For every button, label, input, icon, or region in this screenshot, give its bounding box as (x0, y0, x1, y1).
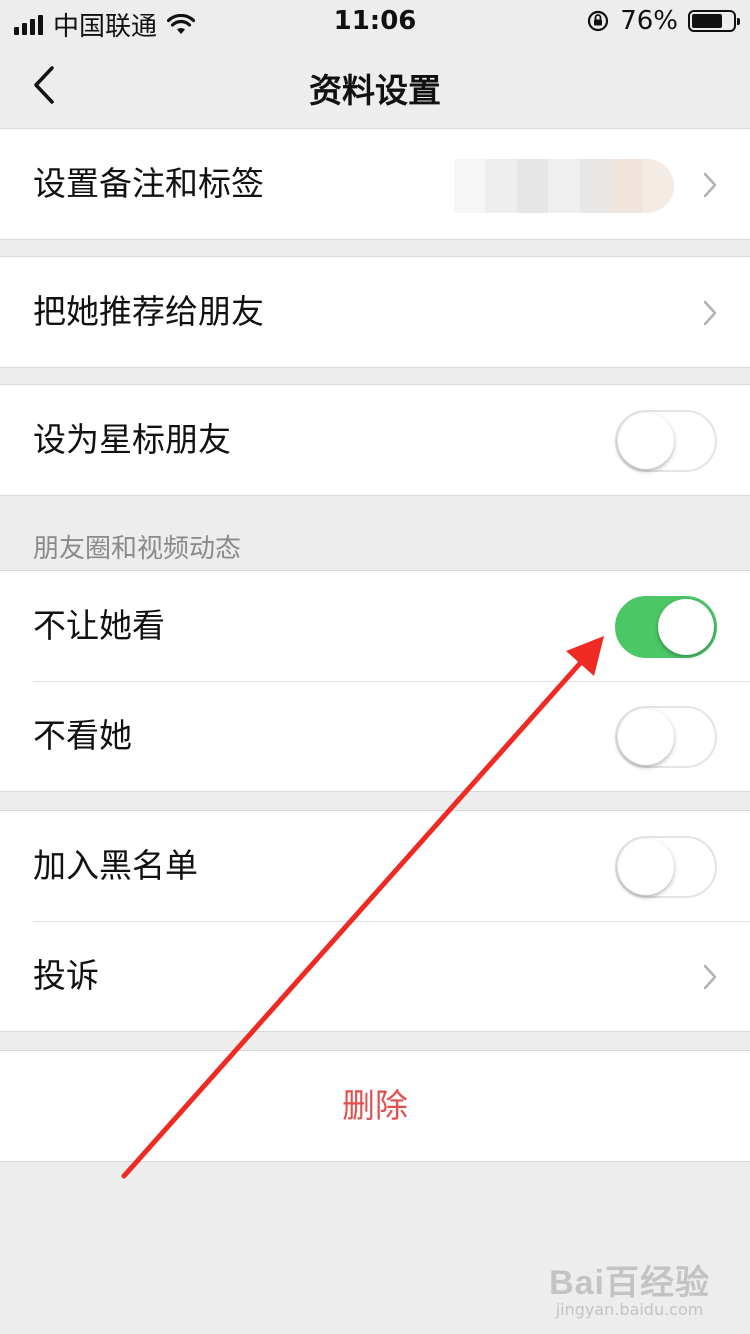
battery-icon (688, 10, 740, 32)
hide-her-posts-label: 不看她 (33, 716, 132, 755)
status-right: 76% (586, 6, 740, 36)
moments-group: 不让她看 不看她 (0, 570, 750, 792)
star-friend-toggle[interactable] (615, 410, 717, 472)
remark-and-tags-label: 设置备注和标签 (33, 164, 264, 203)
battery-percentage: 76% (620, 6, 678, 36)
toggle-knob (658, 599, 714, 655)
moments-section-header: 朋友圈和视频动态 (33, 534, 242, 564)
star-group: 设为星标朋友 (0, 384, 750, 496)
report-row[interactable]: 投诉 (0, 921, 750, 1031)
nav-bar: 资料设置 (0, 44, 750, 128)
remark-group: 设置备注和标签 (0, 128, 750, 240)
watermark-logo: Bai百经验 (549, 1264, 710, 1302)
safety-group: 加入黑名单 投诉 (0, 810, 750, 1032)
hide-her-posts-row: 不看她 (0, 681, 750, 791)
chevron-right-icon (703, 172, 717, 198)
hide-my-posts-label: 不让她看 (33, 606, 165, 645)
toggle-knob (618, 413, 674, 469)
watermark-url: jingyan.baidu.com (555, 1300, 704, 1319)
delete-button[interactable]: 删除 (0, 1051, 750, 1161)
toggle-knob (618, 839, 674, 895)
hide-my-posts-row: 不让她看 (0, 571, 750, 681)
blacklist-label: 加入黑名单 (33, 846, 198, 885)
remark-and-tags-row[interactable]: 设置备注和标签 (0, 129, 750, 239)
report-label: 投诉 (33, 956, 99, 995)
hide-her-posts-toggle[interactable] (615, 706, 717, 768)
chevron-right-icon (703, 964, 717, 990)
blacklist-toggle[interactable] (615, 836, 717, 898)
status-bar: 中国联通 11:06 76% (0, 0, 750, 44)
blacklist-row: 加入黑名单 (0, 811, 750, 921)
recommend-group: 把她推荐给朋友 (0, 256, 750, 368)
recommend-to-friend-label: 把她推荐给朋友 (33, 292, 264, 331)
delete-label: 删除 (342, 1086, 408, 1125)
recommend-to-friend-row[interactable]: 把她推荐给朋友 (0, 257, 750, 367)
battery-level (692, 14, 723, 28)
toggle-knob (618, 709, 674, 765)
blurred-tags-preview (454, 159, 674, 213)
watermark: Bai百经验 jingyan.baidu.com (549, 1255, 710, 1319)
star-friend-label: 设为星标朋友 (33, 420, 231, 459)
delete-group: 删除 (0, 1050, 750, 1162)
chevron-right-icon (703, 300, 717, 326)
star-friend-row: 设为星标朋友 (0, 385, 750, 495)
hide-my-posts-toggle[interactable] (615, 596, 717, 658)
page-title: 资料设置 (309, 71, 441, 110)
rotation-lock-icon (588, 10, 609, 32)
